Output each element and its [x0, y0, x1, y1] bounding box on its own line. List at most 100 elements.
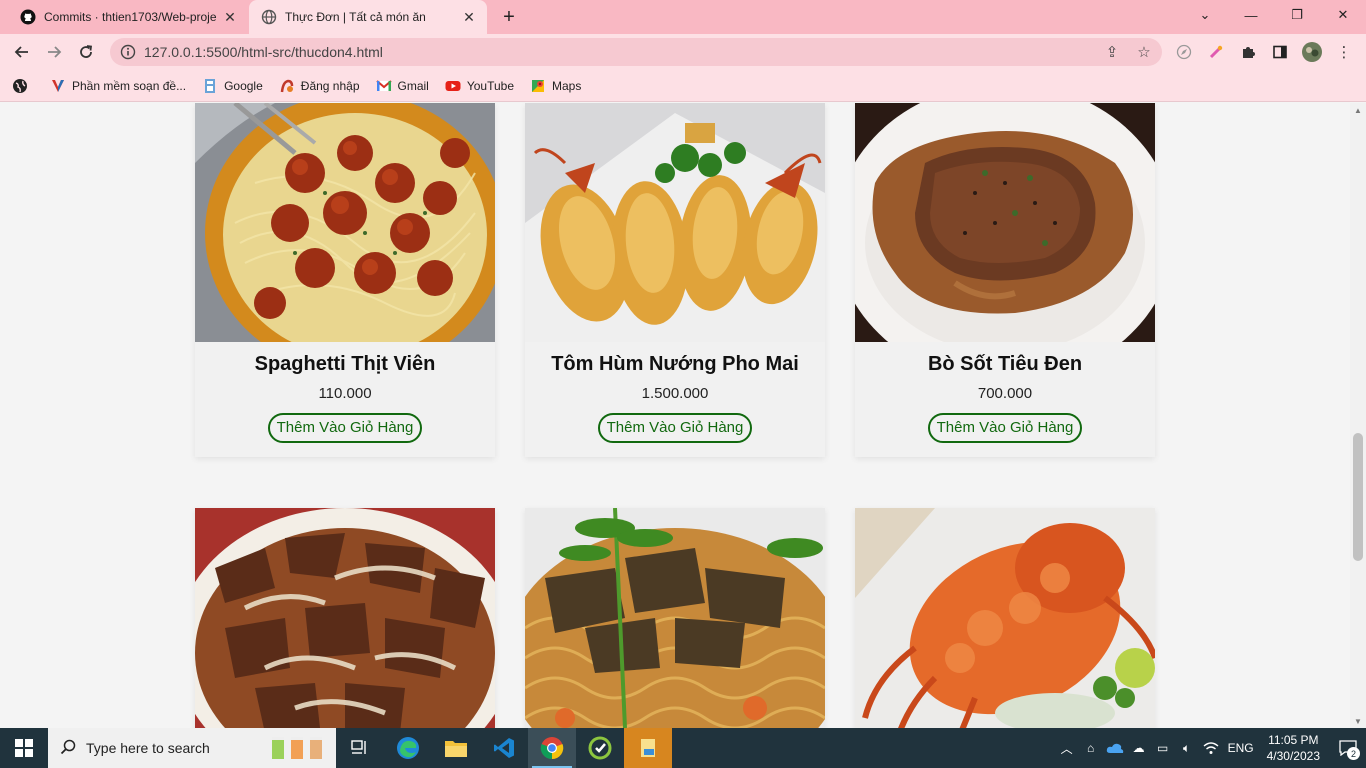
battery-icon[interactable]: ▭	[1151, 728, 1175, 768]
taskbar-vscode[interactable]	[480, 728, 528, 768]
chevron-down-icon[interactable]: ⌄	[1182, 0, 1228, 30]
v-logo-icon	[50, 78, 66, 94]
bookmark-youtube[interactable]: YouTube	[445, 74, 514, 98]
taskbar-search-box[interactable]: Type here to search	[48, 728, 336, 768]
bookmark-phan-mem[interactable]: Phần mềm soạn đề...	[50, 74, 186, 98]
bookmark-label: Gmail	[397, 78, 429, 93]
volume-icon[interactable]: 🔈︎	[1175, 728, 1199, 768]
scrollbar-thumb[interactable]	[1353, 433, 1363, 561]
scroll-down-icon[interactable]: ▼	[1350, 714, 1366, 728]
page-scrollbar[interactable]: ▲ ▼	[1350, 103, 1366, 728]
meet-now-icon[interactable]: ⌂	[1079, 728, 1103, 768]
forward-button[interactable]	[40, 38, 68, 66]
menu-card-beef-onion	[195, 508, 495, 728]
url-text: 127.0.0.1:5500/html-src/thucdon4.html	[144, 44, 383, 60]
food-name: Tôm Hùm Nướng Pho Mai	[551, 353, 799, 375]
tab-commits[interactable]: Commits · thtien1703/Web-proje ✕	[8, 0, 248, 34]
add-to-cart-button[interactable]: Thêm Vào Giỏ Hàng	[267, 413, 423, 443]
close-icon[interactable]: ✕	[220, 7, 240, 27]
bookmark-google[interactable]: Google	[202, 74, 263, 98]
notification-badge: 2	[1347, 747, 1360, 760]
edge-icon	[397, 737, 419, 759]
clock-time: 11:05 PM	[1268, 733, 1319, 747]
lobster-cheese-image	[525, 103, 825, 342]
food-price: 110.000	[318, 385, 372, 402]
bookmark-globe[interactable]	[12, 74, 34, 98]
close-window-button[interactable]: ✕	[1320, 0, 1366, 30]
page-viewport: Spaghetti Thịt Viên 110.000 Thêm Vào Giỏ…	[0, 103, 1350, 728]
globe-icon	[12, 78, 28, 94]
task-view-button[interactable]	[336, 728, 384, 768]
compass-icon[interactable]	[1172, 40, 1196, 64]
bookmarks-bar: Phần mềm soạn đề... Google Đăng nhập Gma…	[0, 70, 1366, 102]
food-price: 1.500.000	[641, 385, 709, 402]
back-button[interactable]	[8, 38, 36, 66]
puzzle-icon[interactable]	[1236, 40, 1260, 64]
lobster-whole-image	[855, 508, 1155, 728]
add-to-cart-button[interactable]: Thêm Vào Giỏ Hàng	[927, 413, 1083, 443]
folder-icon	[445, 741, 467, 757]
reload-button[interactable]	[72, 38, 100, 66]
reload-icon	[80, 45, 93, 58]
taskbar-app-green[interactable]	[576, 728, 624, 768]
food-name: Bò Sốt Tiêu Đen	[927, 353, 1083, 375]
search-placeholder: Type here to search	[86, 740, 210, 756]
bookmark-label: Google	[224, 78, 263, 93]
taskbar-app-orange[interactable]	[624, 728, 672, 768]
color-picker-icon[interactable]	[1204, 40, 1228, 64]
tab-title: Thực Đơn | Tất cả món ăn	[285, 10, 426, 24]
info-icon[interactable]	[120, 44, 136, 60]
avatar[interactable]	[1300, 40, 1324, 64]
windows-taskbar: Type here to search ︿ ⌂ ☁ ▭ 🔈︎ ENG 11:05…	[0, 728, 1366, 768]
drinks-icon	[266, 733, 330, 764]
scroll-up-icon[interactable]: ▲	[1350, 103, 1366, 117]
minimize-button[interactable]: —	[1228, 0, 1274, 30]
menu-card-lobster-cheese: Tôm Hùm Nướng Pho Mai 1.500.000 Thêm Vào…	[525, 103, 825, 457]
taskbar-edge[interactable]	[384, 728, 432, 768]
share-icon[interactable]: ⇪	[1098, 38, 1126, 66]
windows-start-button[interactable]	[0, 728, 48, 768]
taskbar-clock[interactable]: 11:05 PM 4/30/2023	[1267, 732, 1320, 764]
star-icon[interactable]: ☆	[1130, 38, 1158, 66]
taskbar-file-explorer[interactable]	[432, 728, 480, 768]
spaghetti-image	[195, 103, 495, 342]
browser-toolbar: 127.0.0.1:5500/html-src/thucdon4.html ⇪ …	[0, 34, 1366, 70]
address-bar[interactable]: 127.0.0.1:5500/html-src/thucdon4.html	[110, 38, 1162, 66]
add-to-cart-button[interactable]: Thêm Vào Giỏ Hàng	[597, 413, 753, 443]
bookmark-label: Maps	[552, 78, 582, 93]
language-indicator[interactable]: ENG	[1223, 728, 1259, 768]
restore-button[interactable]: ❐	[1274, 0, 1320, 30]
task-view-icon	[351, 740, 366, 754]
taskbar-chrome[interactable]	[528, 728, 576, 768]
bookmark-label: YouTube	[466, 78, 514, 93]
globe-icon	[261, 9, 277, 25]
document-app-icon	[641, 739, 655, 757]
refresh-app-icon	[588, 736, 612, 760]
weather-icon[interactable]: ☁	[1127, 728, 1151, 768]
login-icon	[279, 78, 295, 94]
wifi-icon[interactable]	[1199, 728, 1223, 768]
new-tab-button[interactable]: +	[496, 5, 522, 29]
google-icon	[202, 78, 218, 94]
close-icon[interactable]: ✕	[459, 7, 479, 27]
onedrive-icon[interactable]	[1103, 728, 1127, 768]
side-panel-icon[interactable]	[1268, 40, 1292, 64]
tab-thuc-don[interactable]: Thực Đơn | Tất cả món ăn ✕	[249, 0, 487, 34]
youtube-icon	[445, 78, 461, 94]
bookmark-label: Đăng nhập	[300, 78, 360, 93]
bookmark-dang-nhap[interactable]: Đăng nhập	[279, 74, 360, 98]
bookmark-maps[interactable]: Maps	[530, 74, 581, 98]
chevron-up-icon[interactable]: ︿	[1055, 728, 1079, 768]
beef-noodle-image	[525, 508, 825, 728]
food-name: Spaghetti Thịt Viên	[254, 353, 436, 375]
arrow-left-icon	[14, 46, 28, 58]
maps-icon	[530, 78, 546, 94]
menu-card-beef-pepper: Bò Sốt Tiêu Đen 700.000 Thêm Vào Giỏ Hàn…	[855, 103, 1155, 457]
more-vertical-icon[interactable]: ⋮	[1332, 40, 1356, 64]
menu-card-beef-noodle	[525, 508, 825, 728]
notification-button[interactable]: 2	[1330, 728, 1366, 768]
tab-title: Commits · thtien1703/Web-proje	[44, 10, 217, 24]
gmail-icon	[375, 78, 392, 94]
bookmark-label: Phần mềm soạn đề...	[72, 78, 187, 93]
bookmark-gmail[interactable]: Gmail	[375, 74, 429, 98]
